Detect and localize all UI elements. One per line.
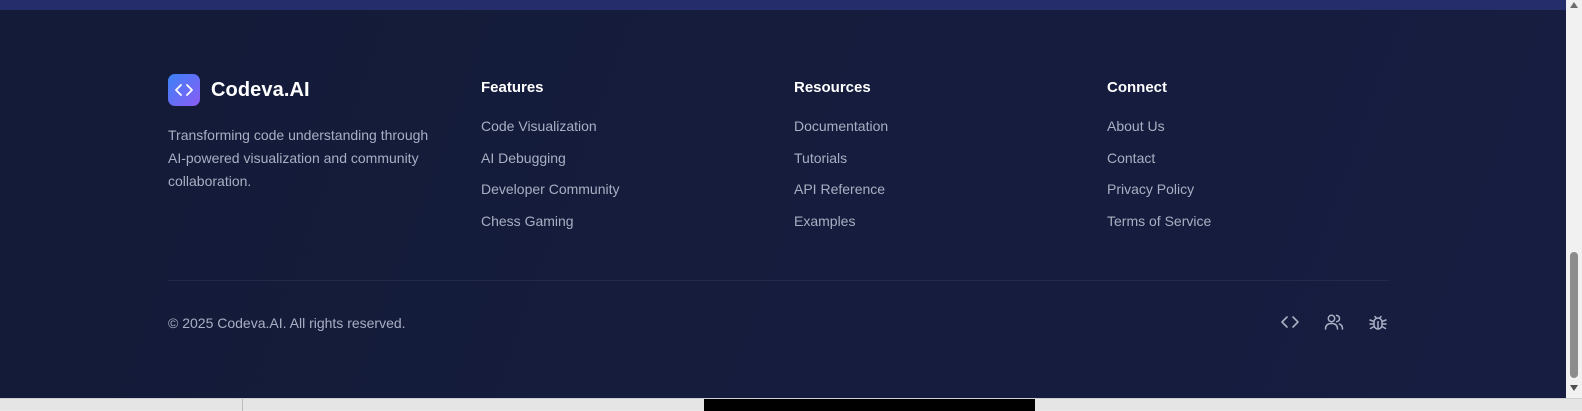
vertical-scrollbar[interactable] — [1566, 0, 1582, 398]
link-list: About Us Contact Privacy Policy Terms of… — [1107, 118, 1211, 245]
users-icon[interactable] — [1324, 312, 1344, 332]
footer-link[interactable]: Code Visualization — [481, 118, 620, 150]
site-footer: Codeva.AI Transforming code understandin… — [0, 10, 1566, 398]
column-title: Resources — [794, 79, 871, 96]
footer-link[interactable]: AI Debugging — [481, 150, 620, 182]
footer-link[interactable]: Chess Gaming — [481, 213, 620, 245]
column-title: Features — [481, 79, 544, 96]
bug-icon[interactable] — [1368, 312, 1388, 332]
scrollbar-thumb[interactable] — [1570, 252, 1578, 378]
footer-link[interactable]: About Us — [1107, 118, 1211, 150]
footer-column-features: Features Code Visualization AI Debugging… — [481, 78, 620, 245]
bottom-bar-separator — [242, 399, 243, 411]
footer-column-connect: Connect About Us Contact Privacy Policy … — [1107, 78, 1211, 245]
footer-link[interactable]: API Reference — [794, 181, 888, 213]
media-overlay — [704, 399, 1035, 411]
footer-column-resources: Resources Documentation Tutorials API Re… — [794, 78, 888, 245]
footer-link[interactable]: Contact — [1107, 150, 1211, 182]
footer-divider — [168, 280, 1389, 281]
link-list: Code Visualization AI Debugging Develope… — [481, 118, 620, 245]
code-brackets-icon — [168, 74, 200, 106]
code-icon[interactable] — [1280, 312, 1300, 332]
previous-section-edge — [0, 0, 1566, 10]
page-viewport: Codeva.AI Transforming code understandin… — [0, 0, 1566, 398]
brand-description: Transforming code understanding through … — [168, 127, 429, 189]
footer-link[interactable]: Documentation — [794, 118, 888, 150]
browser-bottom-bar — [0, 398, 1582, 411]
footer-brand: Codeva.AI Transforming code understandin… — [168, 74, 448, 193]
footer-link[interactable]: Privacy Policy — [1107, 181, 1211, 213]
column-title: Connect — [1107, 79, 1167, 96]
scroll-up-arrow-icon[interactable] — [1570, 2, 1578, 8]
scroll-down-arrow-icon[interactable] — [1570, 385, 1578, 391]
link-list: Documentation Tutorials API Reference Ex… — [794, 118, 888, 245]
copyright-text: © 2025 Codeva.AI. All rights reserved. — [168, 315, 406, 331]
footer-link[interactable]: Tutorials — [794, 150, 888, 182]
footer-link[interactable]: Examples — [794, 213, 888, 245]
brand-name: Codeva.AI — [211, 78, 310, 101]
social-icons — [1280, 312, 1388, 332]
footer-link[interactable]: Developer Community — [481, 181, 620, 213]
footer-link[interactable]: Terms of Service — [1107, 213, 1211, 245]
brand-logo-link[interactable]: Codeva.AI — [168, 74, 448, 106]
